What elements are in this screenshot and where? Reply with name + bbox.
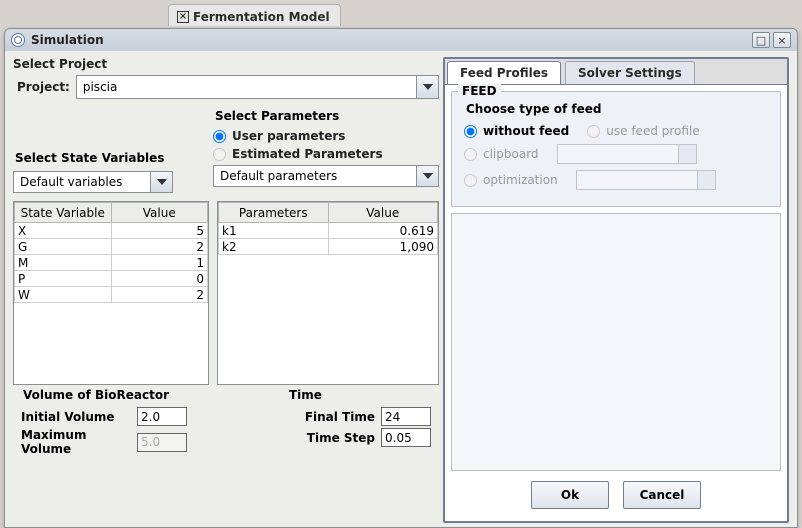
max-volume-input [137, 433, 187, 452]
table-row: P0 [15, 271, 208, 287]
state-vars-table[interactable]: State VariableValue X5 G2 M1 P0 W2 [13, 201, 209, 385]
project-combo[interactable]: piscia [76, 75, 439, 99]
optimization-combo [576, 170, 716, 190]
final-time-label: Final Time [287, 410, 375, 424]
state-vars-combo-drop[interactable] [150, 172, 172, 192]
window-title: Simulation [31, 33, 749, 47]
chevron-down-icon [423, 84, 433, 90]
tab-feed-profiles[interactable]: Feed Profiles [447, 61, 561, 84]
simulation-window: Simulation □ × Select Project Project: p… [4, 28, 798, 528]
table-row: k10.619 [219, 223, 438, 239]
th-sv-value: Value [111, 203, 208, 223]
chevron-down-icon [157, 179, 167, 185]
th-pm-name: Parameters [219, 203, 329, 223]
radio-user-params-input[interactable] [213, 130, 226, 143]
window-icon [11, 33, 25, 47]
select-project-heading: Select Project [13, 57, 439, 71]
initial-volume-input[interactable] [137, 407, 187, 426]
state-vars-combo[interactable]: Default variables [13, 171, 173, 193]
close-window-button[interactable]: × [773, 32, 791, 48]
clipboard-combo [557, 144, 697, 164]
close-tab-icon[interactable]: × [177, 11, 189, 23]
radio-use-feed-profile: use feed profile [587, 124, 699, 138]
table-row: G2 [15, 239, 208, 255]
volume-legend: Volume of BioReactor [19, 388, 173, 402]
radio-clipboard: clipboard [464, 147, 539, 161]
initial-volume-label: Initial Volume [21, 410, 131, 424]
radio-estimated-params: Estimated Parameters [213, 147, 439, 161]
max-volume-label: Maximum Volume [21, 428, 131, 456]
table-row: W2 [15, 287, 208, 303]
select-state-vars-heading: Select State Variables [15, 151, 209, 165]
time-fieldset: Time Final Time Time Step [279, 395, 439, 464]
titlebar[interactable]: Simulation □ × [5, 29, 797, 51]
th-sv-name: State Variable [15, 203, 112, 223]
time-legend: Time [285, 388, 326, 402]
window-content: Select Project Project: piscia Select St… [5, 51, 797, 527]
project-label: Project: [17, 80, 70, 94]
feed-choose-heading: Choose type of feed [466, 102, 772, 116]
radio-user-params[interactable]: User parameters [213, 129, 439, 143]
project-combo-drop[interactable] [416, 76, 438, 98]
time-step-input[interactable] [381, 428, 431, 447]
ok-button[interactable]: Ok [531, 481, 609, 509]
params-combo[interactable]: Default parameters [213, 165, 439, 187]
th-pm-value: Value [328, 203, 438, 223]
params-table[interactable]: ParametersValue k10.619 k21,090 [217, 201, 439, 385]
feed-legend: FEED [458, 84, 501, 98]
radio-without-feed[interactable]: without feed [464, 124, 569, 138]
tab-label: Fermentation Model [193, 10, 330, 24]
feed-fieldset: FEED Choose type of feed without feed us… [451, 91, 781, 207]
state-vars-combo-value: Default variables [14, 175, 150, 189]
table-row: X5 [15, 223, 208, 239]
cancel-button[interactable]: Cancel [623, 481, 701, 509]
select-params-heading: Select Parameters [215, 109, 439, 123]
radio-estimated-params-input [213, 148, 226, 161]
project-value: piscia [77, 80, 416, 94]
editor-tab-fermentation[interactable]: × Fermentation Model [168, 4, 341, 26]
time-step-label: Time Step [287, 431, 375, 445]
volume-fieldset: Volume of BioReactor Initial Volume Maxi… [13, 395, 249, 464]
chevron-down-icon [423, 173, 433, 179]
final-time-input[interactable] [381, 407, 431, 426]
maximize-button[interactable]: □ [752, 32, 770, 48]
table-row: k21,090 [219, 239, 438, 255]
params-combo-drop[interactable] [416, 166, 438, 186]
radio-optimization: optimization [464, 173, 558, 187]
params-combo-value: Default parameters [214, 169, 416, 183]
tab-solver-settings[interactable]: Solver Settings [565, 61, 695, 84]
table-row: M1 [15, 255, 208, 271]
feed-preview-area [451, 213, 781, 471]
